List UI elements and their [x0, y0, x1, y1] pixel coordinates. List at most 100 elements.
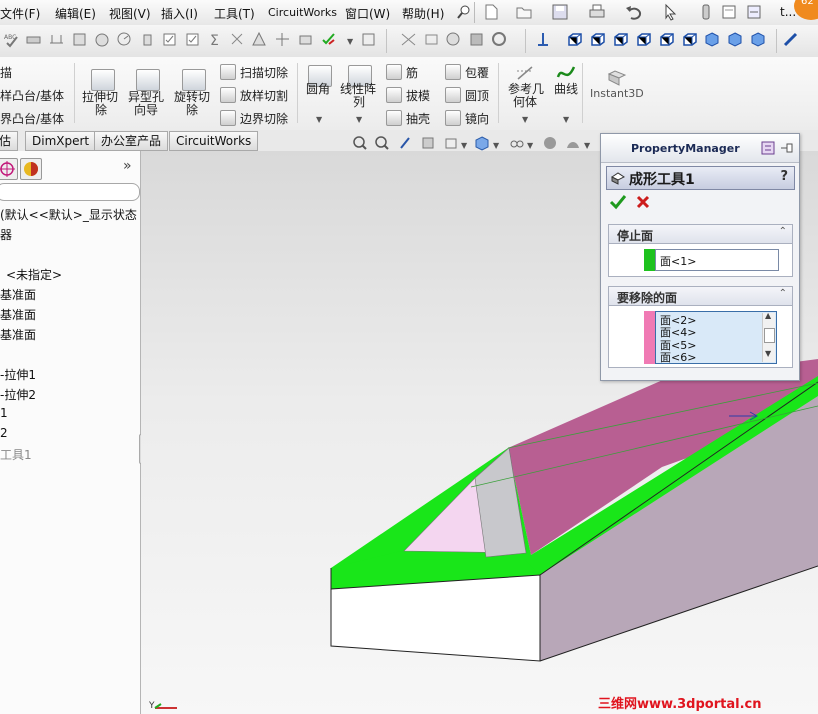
draft-icon[interactable]	[386, 87, 402, 103]
remove-face-item[interactable]: 面<6>	[660, 349, 696, 363]
view-isometric-icon[interactable]	[704, 31, 721, 48]
tree-item-config[interactable]: (默认<<默认>_显示状态	[0, 206, 137, 223]
print-icon[interactable]	[588, 3, 606, 21]
check-entity-icon[interactable]	[320, 31, 337, 48]
menu-view[interactable]: 视图(V)	[109, 5, 151, 22]
tab-evaluate[interactable]: 估	[0, 131, 19, 151]
rotate-part-icon[interactable]	[94, 31, 111, 48]
sweep-boss-label[interactable]: 描	[0, 64, 12, 81]
rib-icon[interactable]	[386, 64, 402, 80]
remove-faces-list[interactable]: 面<2> 面<4> 面<5> 面<6> ▲ ▼	[655, 311, 777, 364]
tab-office-products[interactable]: 办公室产品	[94, 131, 169, 151]
tree-item-material[interactable]: <未指定>	[6, 266, 62, 283]
hole-wizard-label-2[interactable]: 向导	[134, 101, 158, 118]
notification-badge[interactable]: 62	[794, 0, 818, 20]
revolve-cut-label-2[interactable]: 除	[186, 101, 198, 118]
geometry-analysis-icon[interactable]	[251, 31, 268, 48]
list-scrollbar[interactable]: ▲ ▼	[762, 312, 775, 362]
traffic-light-icon[interactable]	[697, 3, 715, 21]
shell-icon[interactable]	[386, 110, 402, 126]
collapse-arrow-icon[interactable]: ⌃	[779, 226, 787, 237]
extrude-cut-label-2[interactable]: 除	[95, 101, 107, 118]
block-front-face[interactable]	[330, 574, 541, 662]
sum-icon[interactable]: Σ	[207, 31, 224, 48]
view-bottom-icon[interactable]	[681, 31, 698, 48]
boundary-cut-icon[interactable]	[220, 110, 236, 126]
shaded-icon[interactable]	[468, 31, 485, 48]
previous-view-icon[interactable]	[398, 135, 414, 151]
hide-show-icon[interactable]	[400, 31, 417, 48]
scene-dropdown-icon[interactable]: ▼	[584, 141, 590, 150]
options-icon[interactable]	[745, 3, 763, 21]
boundary-cut-label[interactable]: 边界切除	[240, 110, 288, 127]
appearance-icon[interactable]	[542, 135, 558, 151]
mirror-icon[interactable]	[445, 110, 461, 126]
reset-icon[interactable]	[491, 31, 508, 48]
curves-icon[interactable]	[555, 61, 577, 81]
stop-face-selection-box[interactable]: 面<1>	[655, 249, 779, 271]
tree-item-2[interactable]: 2	[0, 426, 8, 440]
compare-icon[interactable]	[360, 31, 377, 48]
tree-item-extrude2[interactable]: -拉伸2	[0, 386, 36, 403]
file-properties-icon[interactable]	[720, 3, 738, 21]
view-left-icon[interactable]	[612, 31, 629, 48]
section-view-icon[interactable]	[420, 135, 436, 151]
check-icon[interactable]	[445, 31, 462, 48]
view-dimetric-icon[interactable]	[750, 31, 767, 48]
tree-item-extrude1[interactable]: -拉伸1	[0, 366, 36, 383]
instant3d-icon[interactable]	[606, 69, 628, 87]
view-orientation-icon[interactable]	[443, 135, 459, 151]
tab-circuitworks[interactable]: CircuitWorks	[169, 131, 259, 151]
dome-icon[interactable]	[445, 87, 461, 103]
view-trimetric-icon[interactable]	[727, 31, 744, 48]
scene-icon[interactable]	[565, 135, 581, 151]
hide-show-items-icon[interactable]	[509, 135, 525, 151]
linear-pattern-label-2[interactable]: 列	[353, 93, 365, 110]
wireframe-icon[interactable]	[423, 31, 440, 48]
check-sketch-icon[interactable]	[229, 31, 246, 48]
menu-edit[interactable]: 编辑(E)	[55, 5, 96, 22]
section-icon[interactable]	[297, 31, 314, 48]
fillet-dropdown-icon[interactable]: ▼	[316, 115, 322, 124]
zoom-to-fit-icon[interactable]	[352, 135, 368, 151]
measure-icon[interactable]	[116, 31, 133, 48]
curves-label[interactable]: 曲线	[554, 80, 578, 97]
save-icon[interactable]	[551, 3, 569, 21]
mass-properties-icon[interactable]	[139, 31, 156, 48]
menu-file[interactable]: 文件(F)	[0, 5, 40, 22]
remove-faces-header[interactable]: 要移除的面 ⌃	[609, 287, 792, 306]
link-views-icon[interactable]	[782, 31, 799, 48]
align-icon[interactable]	[274, 31, 291, 48]
ok-icon[interactable]	[609, 194, 627, 210]
boundary-boss-label[interactable]: 界凸台/基体	[0, 110, 64, 127]
wrap-icon[interactable]	[445, 64, 461, 80]
fillet-label[interactable]: 圆角	[306, 80, 330, 97]
menu-help[interactable]: 帮助(H)	[402, 5, 444, 22]
curves-dropdown-icon[interactable]: ▼	[563, 115, 569, 124]
sketch-tool-icon[interactable]	[25, 31, 42, 48]
tree-item-1[interactable]: 1	[0, 406, 8, 420]
checkbox-icon[interactable]	[161, 31, 178, 48]
loft-cut-icon[interactable]	[220, 87, 236, 103]
mirror-label[interactable]: 镜向	[465, 110, 489, 127]
cancel-icon[interactable]	[635, 194, 651, 210]
pm-pin-icon[interactable]	[779, 141, 795, 155]
pm-help-icon[interactable]: ?	[780, 169, 788, 184]
checkbox-icon-2[interactable]	[184, 31, 201, 48]
menu-insert[interactable]: 插入(I)	[161, 5, 198, 22]
display-manager-icon[interactable]	[20, 158, 42, 180]
tree-item-top-plane[interactable]: 基准面	[0, 306, 36, 323]
open-folder-icon[interactable]	[515, 3, 533, 21]
draft-label[interactable]: 拔模	[406, 87, 430, 104]
scroll-up-icon[interactable]: ▲	[765, 312, 771, 320]
zoom-area-icon[interactable]	[374, 135, 390, 151]
config-manager-icon[interactable]	[0, 158, 18, 180]
tree-item-front-plane[interactable]: 基准面	[0, 286, 36, 303]
undo-icon[interactable]	[624, 3, 642, 21]
menu-window[interactable]: 窗口(W)	[345, 5, 390, 22]
scroll-thumb[interactable]	[764, 328, 775, 343]
menu-tools[interactable]: 工具(T)	[214, 5, 255, 22]
ref-geometry-dropdown-icon[interactable]: ▼	[522, 115, 528, 124]
loft-cut-label[interactable]: 放样切割	[240, 87, 288, 104]
hide-show-dropdown-icon[interactable]: ▼	[527, 141, 533, 150]
